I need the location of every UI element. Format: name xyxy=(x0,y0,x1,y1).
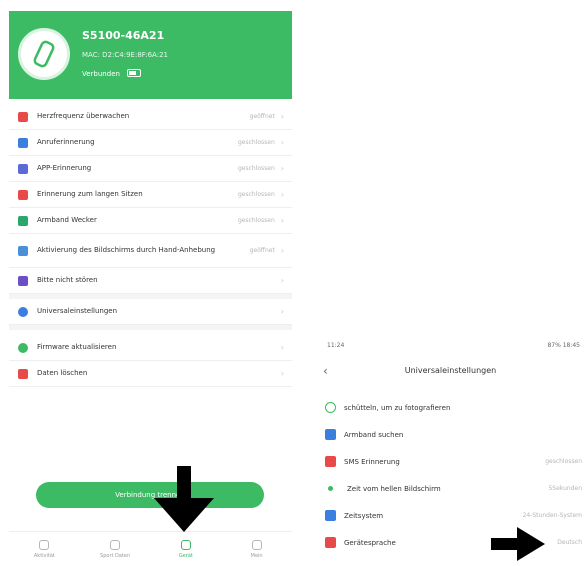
time-icon xyxy=(325,510,336,521)
search-icon xyxy=(325,429,336,440)
clock-icon xyxy=(328,486,333,491)
setting-alarm[interactable]: Armband Wecker geschlossen › xyxy=(9,208,292,234)
tab-device[interactable]: Gerät xyxy=(151,532,222,566)
setting-sedentary-reminder[interactable]: Erinnerung zum langen Sitzen geschlossen… xyxy=(9,182,292,208)
app-icon xyxy=(17,163,29,175)
tab-sport[interactable]: Sport Daten xyxy=(80,532,151,566)
device-mac: MAC: D2:C4:9E:8F:6A:21 xyxy=(82,51,168,59)
alarm-icon xyxy=(17,215,29,227)
watch-icon xyxy=(18,28,70,80)
universal-settings-screen: 11:24 87% 18:45 ‹ Universaleinstellungen… xyxy=(315,336,586,565)
setting-app-reminder[interactable]: APP-Erinnerung geschlossen › xyxy=(9,156,292,182)
moon-icon xyxy=(17,275,29,287)
setting-call-reminder[interactable]: Anruferinnerung geschlossen › xyxy=(9,130,292,156)
trash-icon xyxy=(17,368,29,380)
device-header: S5100-46A21 MAC: D2:C4:9E:8F:6A:21 Verbu… xyxy=(9,11,292,99)
chevron-right-icon: › xyxy=(280,369,284,378)
page-title: Universaleinstellungen xyxy=(404,366,497,375)
status-bar: 11:24 87% 18:45 xyxy=(315,336,586,354)
section-divider xyxy=(9,325,292,330)
connection-status: Verbunden xyxy=(82,70,120,78)
sofa-icon xyxy=(17,189,29,201)
setting-delete-data[interactable]: Daten löschen › xyxy=(9,361,292,387)
tab-activity[interactable]: Aktivität xyxy=(9,532,80,566)
device-icon xyxy=(180,539,191,550)
chevron-right-icon: › xyxy=(280,190,284,199)
setting-time-system[interactable]: Zeitsystem 24-Stunden-System xyxy=(315,502,586,529)
setting-find-band[interactable]: Armband suchen xyxy=(315,421,586,448)
status-time: 11:24 xyxy=(327,342,345,349)
setting-screen-time[interactable]: Zeit vom hellen Bildschirm 5Sekunden xyxy=(315,475,586,502)
tab-bar: Aktivität Sport Daten Gerät Mein xyxy=(9,531,292,566)
sport-icon xyxy=(110,539,121,550)
setting-universal[interactable]: Universaleinstellungen › xyxy=(9,299,292,325)
hand-icon xyxy=(17,245,29,257)
setting-do-not-disturb[interactable]: Bitte nicht stören › xyxy=(9,268,292,294)
chevron-right-icon: › xyxy=(280,138,284,147)
chevron-right-icon: › xyxy=(280,307,284,316)
chevron-right-icon: › xyxy=(280,276,284,285)
language-icon xyxy=(325,537,336,548)
tab-profile[interactable]: Mein xyxy=(221,532,292,566)
status-indicators: 87% 18:45 xyxy=(547,342,580,349)
settings-icon xyxy=(17,306,29,318)
user-icon xyxy=(251,539,262,550)
phone-icon xyxy=(17,137,29,149)
sms-icon xyxy=(325,456,336,467)
activity-icon xyxy=(39,539,50,550)
update-icon xyxy=(17,342,29,354)
battery-icon xyxy=(127,69,141,77)
heart-icon xyxy=(17,111,29,123)
setting-sms-reminder[interactable]: SMS Erinnerung geschlossen xyxy=(315,448,586,475)
setting-heart-rate[interactable]: Herzfrequenz überwachen geöffnet › xyxy=(9,104,292,130)
setting-firmware[interactable]: Firmware aktualisieren › xyxy=(9,335,292,361)
setting-raise-to-wake[interactable]: Aktivierung des Bildschirms durch Hand-A… xyxy=(9,234,292,268)
chevron-right-icon: › xyxy=(280,164,284,173)
chevron-right-icon: › xyxy=(280,112,284,121)
arrow-right-icon xyxy=(491,527,545,561)
chevron-right-icon: › xyxy=(280,246,284,255)
arrow-down-icon xyxy=(154,466,214,532)
chevron-right-icon: › xyxy=(280,343,284,352)
device-name: S5100-46A21 xyxy=(82,29,165,42)
setting-device-language[interactable]: Geräte­sprache Deutsch xyxy=(315,529,586,556)
camera-icon xyxy=(325,402,336,413)
chevron-right-icon: › xyxy=(280,216,284,225)
setting-shake-photo[interactable]: schütteln, um zu fotografieren xyxy=(315,394,586,421)
